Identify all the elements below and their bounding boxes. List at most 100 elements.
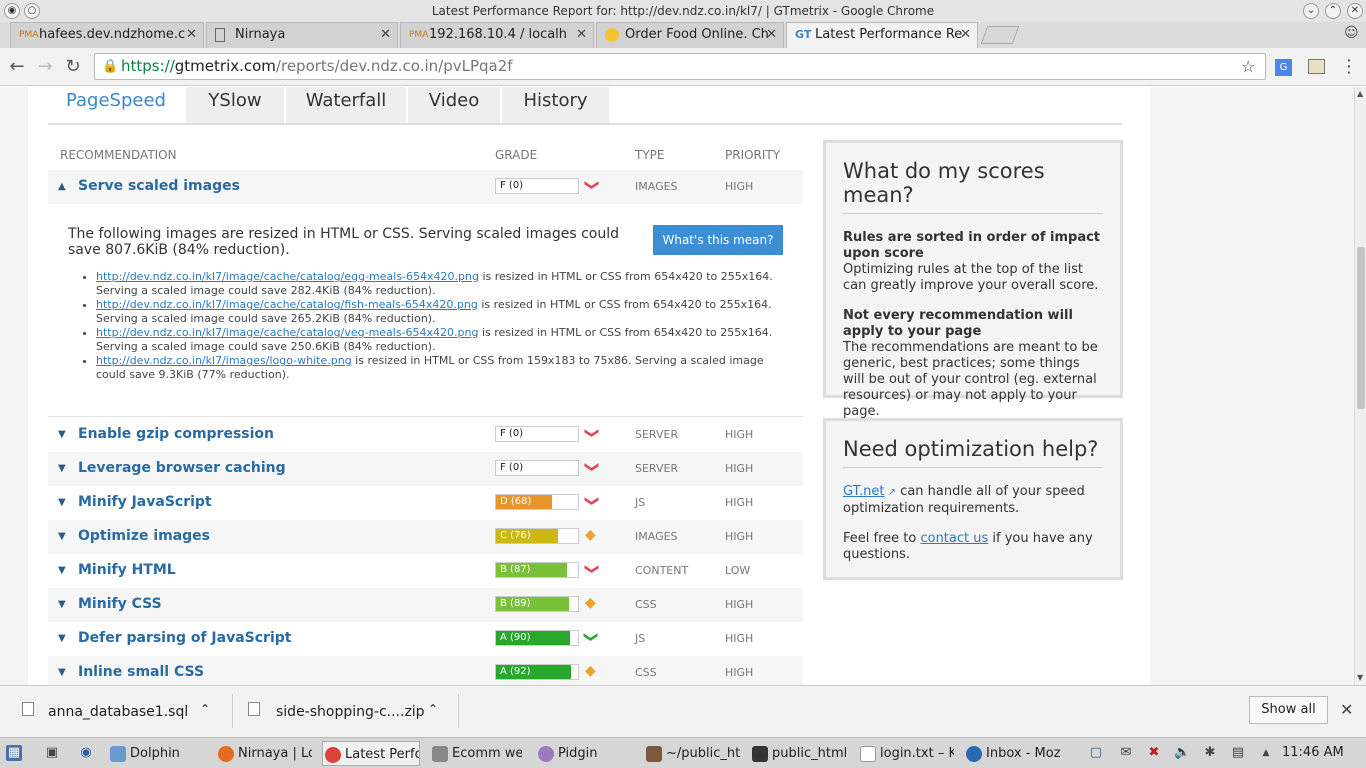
bookmark-star-icon[interactable]: ☆ bbox=[1241, 54, 1255, 79]
recommendation-name[interactable]: Optimize images bbox=[78, 528, 210, 544]
browser-tab-3[interactable]: PMA 192.168.10.4 / localh ✕ bbox=[400, 22, 594, 48]
close-tab-icon[interactable]: ✕ bbox=[380, 23, 391, 47]
tab-pagespeed[interactable]: PageSpeed bbox=[48, 87, 185, 125]
taskbar-item-chrome[interactable]: Latest Perfo bbox=[322, 741, 420, 766]
user-profile-icon[interactable]: ☺ bbox=[1344, 25, 1359, 41]
shield-icon[interactable]: ✖ bbox=[1146, 745, 1162, 761]
show-all-button[interactable]: Show all bbox=[1249, 696, 1328, 724]
new-tab-button[interactable] bbox=[980, 26, 1020, 44]
type-label: JS bbox=[635, 496, 646, 509]
taskbar-item-terminal-1[interactable]: ~/public_htr bbox=[644, 741, 740, 766]
tab-history[interactable]: History bbox=[502, 87, 610, 125]
tray-expand-icon[interactable]: ▲ bbox=[1258, 745, 1274, 761]
recommendation-row[interactable]: ▼ Defer parsing of JavaScript A (90) ❯ JS HIG… bbox=[48, 622, 803, 656]
recommendation-name[interactable]: Leverage browser caching bbox=[78, 460, 286, 476]
recommendation-row[interactable]: ▼ Minify JavaScript D (68) ❮ JS HIGH bbox=[48, 486, 803, 520]
screen-icon[interactable]: ▢ bbox=[1088, 745, 1104, 761]
expand-arrow-icon[interactable]: ▼ bbox=[58, 633, 66, 644]
priority-label: HIGH bbox=[725, 530, 754, 543]
recommendation-name[interactable]: Minify JavaScript bbox=[78, 494, 212, 510]
whats-this-mean-button[interactable]: What's this mean? bbox=[653, 225, 783, 255]
minimize-icon[interactable]: ⌄ bbox=[1303, 3, 1319, 19]
browser-tab-4[interactable]: Order Food Online. Ch ✕ bbox=[596, 22, 784, 48]
recommendation-name[interactable]: Minify CSS bbox=[78, 596, 162, 612]
taskbar-item-terminal-2[interactable]: public_html bbox=[750, 741, 846, 766]
recommendation-row[interactable]: ▼ Minify HTML B (87) ❮ CONTENT LOW bbox=[48, 554, 803, 588]
reload-icon[interactable]: ↻ bbox=[62, 56, 84, 78]
download-item-2[interactable]: side-shopping-c....zip bbox=[276, 704, 425, 720]
scroll-up-icon[interactable]: ▲ bbox=[1357, 89, 1363, 98]
network-icon[interactable]: ▤ bbox=[1230, 745, 1246, 761]
recommendation-row[interactable]: ▼ Enable gzip compression F (0) ❮ SERVER HIGH bbox=[48, 418, 803, 452]
trend-up-icon: ❯ bbox=[582, 631, 599, 643]
desktop-icon[interactable]: ▣ bbox=[44, 745, 60, 761]
tab-video[interactable]: Video bbox=[408, 87, 501, 125]
taskbar-item-kate[interactable]: login.txt – K bbox=[858, 741, 954, 766]
expand-arrow-icon[interactable]: ▼ bbox=[58, 531, 66, 542]
close-window-icon[interactable]: ✕ bbox=[1347, 3, 1363, 19]
recommendation-row[interactable]: ▼ Leverage browser caching F (0) ❮ SERVER HIG… bbox=[48, 452, 803, 486]
volume-icon[interactable]: 🔈 bbox=[1174, 745, 1190, 761]
firefox-icon bbox=[218, 746, 234, 762]
collapse-arrow-icon[interactable]: ▲ bbox=[58, 181, 66, 192]
maximize-icon[interactable]: ⌃ bbox=[1325, 3, 1341, 19]
browser-tab-2[interactable]: Nirnaya ✕ bbox=[206, 22, 398, 48]
gtnet-link[interactable]: GT.net bbox=[843, 484, 884, 499]
app-menu-icon[interactable]: ▦ bbox=[6, 745, 22, 761]
network-manager-icon[interactable]: ◉ bbox=[78, 745, 94, 761]
forward-arrow-icon[interactable]: → bbox=[34, 56, 56, 78]
browser-tab-5[interactable]: GT Latest Performance Re ✕ bbox=[786, 22, 978, 48]
expand-arrow-icon[interactable]: ▼ bbox=[58, 565, 66, 576]
recommendation-name[interactable]: Enable gzip compression bbox=[78, 426, 274, 442]
expand-arrow-icon[interactable]: ▼ bbox=[58, 497, 66, 508]
bluetooth-icon[interactable]: ✱ bbox=[1202, 745, 1218, 761]
image-link[interactable]: http://dev.ndz.co.in/kl7/image/cache/cat… bbox=[96, 298, 478, 311]
image-link[interactable]: http://dev.ndz.co.in/kl7/image/cache/cat… bbox=[96, 270, 479, 283]
image-extension-icon[interactable] bbox=[1308, 59, 1325, 74]
download-item-1[interactable]: anna_database1.sql bbox=[48, 704, 188, 720]
close-downloads-icon[interactable]: ✕ bbox=[1340, 700, 1353, 719]
taskbar-item-thunderbird[interactable]: Inbox - Mozi bbox=[964, 741, 1060, 766]
recommendation-row[interactable]: ▼ Inline small CSS A (92) ◆ CSS HIGH bbox=[48, 656, 803, 685]
grade-label: C (76) bbox=[500, 530, 531, 541]
image-link[interactable]: http://dev.ndz.co.in/kl7/images/logo-whi… bbox=[96, 354, 352, 367]
scroll-down-icon[interactable]: ▼ bbox=[1357, 673, 1363, 682]
taskbar-item-dolphin[interactable]: Dolphin bbox=[108, 741, 200, 766]
close-tab-icon[interactable]: ✕ bbox=[766, 23, 777, 47]
taskbar-item-ecomm[interactable]: Ecomm web bbox=[430, 741, 522, 766]
chevron-up-icon[interactable]: ⌃ bbox=[200, 702, 210, 716]
close-tab-icon[interactable]: ✕ bbox=[576, 23, 587, 47]
close-tab-icon[interactable]: ✕ bbox=[186, 23, 197, 47]
tab-yslow[interactable]: YSlow bbox=[186, 87, 285, 125]
mail-icon[interactable]: ✉ bbox=[1118, 745, 1134, 761]
contact-us-link[interactable]: contact us bbox=[920, 531, 988, 546]
taskbar-label: Latest Perfo bbox=[345, 747, 420, 762]
address-bar[interactable]: 🔒 https://gtmetrix.com/reports/dev.ndz.c… bbox=[94, 53, 1266, 80]
list-item: http://dev.ndz.co.in/kl7/images/logo-whi… bbox=[96, 354, 786, 382]
browser-tab-1[interactable]: PMA hafees.dev.ndzhome.c ✕ bbox=[10, 22, 204, 48]
taskbar-item-firefox[interactable]: Nirnaya | Lo bbox=[216, 741, 312, 766]
expand-arrow-icon[interactable]: ▼ bbox=[58, 463, 66, 474]
recommendation-name[interactable]: Defer parsing of JavaScript bbox=[78, 630, 291, 646]
page-scrollbar[interactable]: ▲ ▼ bbox=[1354, 87, 1366, 685]
clock[interactable]: 11:46 AM bbox=[1282, 745, 1344, 760]
expand-arrow-icon[interactable]: ▼ bbox=[58, 599, 66, 610]
recommendation-name[interactable]: Inline small CSS bbox=[78, 664, 204, 680]
tab-waterfall[interactable]: Waterfall bbox=[286, 87, 407, 125]
recommendation-row[interactable]: ▼ Optimize images C (76) ◆ IMAGES HIGH bbox=[48, 520, 803, 554]
image-link[interactable]: http://dev.ndz.co.in/kl7/image/cache/cat… bbox=[96, 326, 478, 339]
menu-icon[interactable]: ⋮ bbox=[1340, 56, 1358, 77]
pin-icon[interactable]: ○ bbox=[24, 3, 40, 19]
recommendation-row-expanded[interactable]: ▲ Serve scaled images F (0) ❮ IMAGES HIG… bbox=[48, 170, 803, 204]
back-arrow-icon[interactable]: ← bbox=[6, 56, 28, 78]
recommendation-name[interactable]: Minify HTML bbox=[78, 562, 176, 578]
expand-arrow-icon[interactable]: ▼ bbox=[58, 667, 66, 678]
scrollbar-thumb[interactable] bbox=[1357, 247, 1365, 409]
recommendation-row[interactable]: ▼ Minify CSS B (89) ◆ CSS HIGH bbox=[48, 588, 803, 622]
expand-arrow-icon[interactable]: ▼ bbox=[58, 429, 66, 440]
translate-icon[interactable]: G bbox=[1275, 59, 1292, 76]
chevron-up-icon[interactable]: ⌃ bbox=[428, 702, 438, 716]
close-tab-icon[interactable]: ✕ bbox=[960, 23, 971, 47]
recommendation-name[interactable]: Serve scaled images bbox=[78, 178, 240, 194]
taskbar-item-pidgin[interactable]: Pidgin bbox=[536, 741, 628, 766]
